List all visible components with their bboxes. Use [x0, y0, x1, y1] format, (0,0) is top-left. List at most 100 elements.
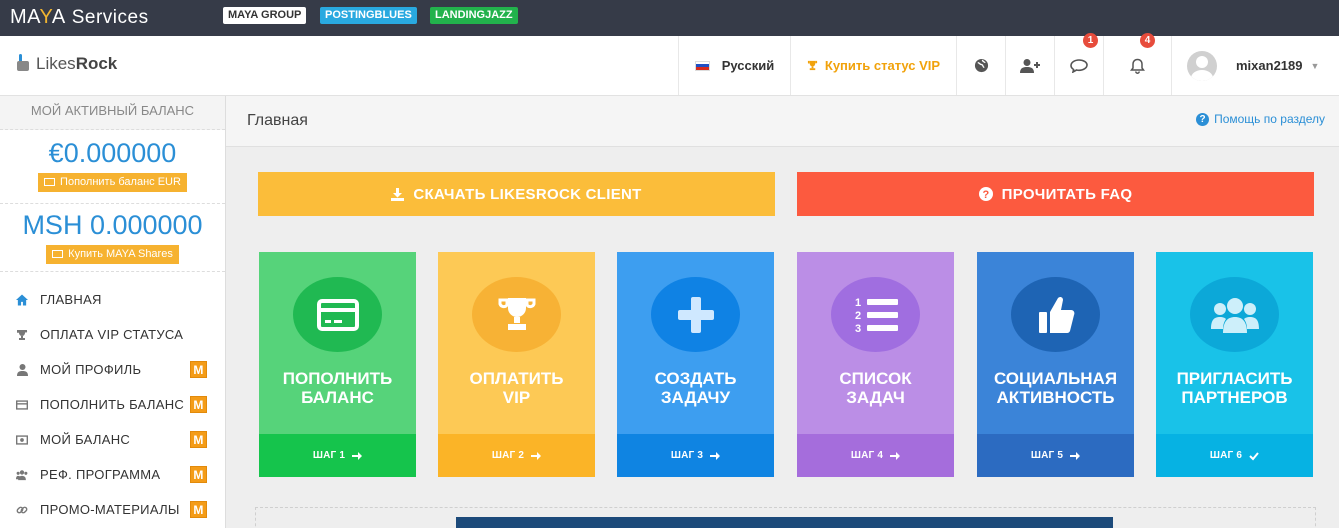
maya-badge: M — [190, 396, 207, 413]
users-icon — [16, 469, 28, 481]
sidebar-item-label: МОЙ БАЛАНС — [40, 432, 131, 447]
messages-button[interactable]: 1 — [1054, 33, 1103, 95]
likesrock-logo[interactable]: LikesRock — [16, 54, 117, 74]
tile-label: СОЦИАЛЬНАЯ АКТИВНОСТЬ — [993, 369, 1118, 407]
sidebar-item-label: ПОПОЛНИТЬ БАЛАНС — [40, 397, 185, 412]
arrow-right-icon — [531, 451, 542, 460]
tile-social-activity[interactable]: СОЦИАЛЬНАЯ АКТИВНОСТЬ ШАГ 5 — [977, 252, 1134, 477]
tile-step[interactable]: ШАГ 1 — [259, 434, 416, 477]
plus-icon — [651, 277, 740, 352]
messages-count-badge: 1 — [1083, 33, 1098, 48]
eur-balance-amount: €0.000000 — [48, 138, 177, 168]
buy-vip-label: Купить статус VIP — [824, 58, 941, 73]
question-circle-icon: ? — [978, 187, 993, 201]
postingblues-link[interactable]: POSTINGBLUES — [320, 7, 417, 24]
tile-label: СОЗДАТЬ ЗАДАЧУ — [654, 369, 737, 407]
sidebar-item-promo[interactable]: ПРОМО-МАТЕРИАЛЫ M — [0, 492, 225, 527]
arrow-right-icon — [1070, 451, 1081, 460]
avatar — [1187, 50, 1217, 81]
sidebar-item-referral[interactable]: РЕФ. ПРОГРАММА M — [0, 457, 225, 492]
balance-title: МОЙ АКТИВНЫЙ БАЛАНС — [0, 96, 225, 130]
user-menu[interactable]: mixan2189 ▼ — [1171, 36, 1339, 95]
globe-button[interactable] — [956, 36, 1005, 95]
language-label: Русский — [721, 58, 775, 73]
sidebar-menu: ГЛАВНАЯ ОПЛАТА VIP СТАТУСА МОЙ ПРОФИЛЬ M… — [0, 272, 225, 527]
tile-create-task[interactable]: СОЗДАТЬ ЗАДАЧУ ШАГ 3 — [617, 252, 774, 477]
buy-maya-shares-button[interactable]: Купить MAYA Shares — [46, 245, 179, 264]
credit-card-icon — [16, 399, 28, 411]
maya-services-label: Services — [71, 7, 149, 28]
download-client-button[interactable]: СКАЧАТЬ LIKESROCK CLIENT — [258, 172, 775, 216]
credit-card-icon — [293, 277, 382, 352]
svg-text:2: 2 — [855, 310, 861, 322]
language-selector[interactable]: Русский — [678, 36, 790, 95]
sidebar-item-topup[interactable]: ПОПОЛНИТЬ БАЛАНС M — [0, 387, 225, 422]
numbered-list-icon: 123 — [831, 277, 920, 352]
russia-flag-icon — [694, 60, 710, 71]
link-icon — [16, 504, 28, 516]
maya-group-link[interactable]: MAYA GROUP — [223, 7, 307, 24]
sidebar-item-label: ГЛАВНАЯ — [40, 292, 102, 307]
tile-step[interactable]: ШАГ 4 — [797, 434, 954, 477]
buy-maya-shares-label: Купить MAYA Shares — [68, 248, 173, 260]
bell-icon — [1130, 58, 1145, 74]
tile-step[interactable]: ШАГ 6 — [1156, 434, 1313, 477]
add-friend-button[interactable] — [1005, 36, 1054, 95]
user-icon — [16, 363, 28, 376]
notifications-button[interactable]: 4 — [1103, 33, 1171, 95]
tile-invite-partners[interactable]: ПРИГЛАСИТЬ ПАРТНЕРОВ ШАГ 6 — [1156, 252, 1313, 477]
sidebar-item-label: РЕФ. ПРОГРАММА — [40, 467, 161, 482]
username: mixan2189 — [1236, 58, 1303, 73]
maya-badge: M — [190, 466, 207, 483]
sidebar: МОЙ АКТИВНЫЙ БАЛАНС €0.000000 Пополнить … — [0, 96, 226, 528]
tile-label: ПОПОЛНИТЬ БАЛАНС — [282, 369, 393, 407]
svg-text:3: 3 — [855, 323, 861, 335]
credit-card-icon — [52, 250, 64, 258]
section-help-link[interactable]: ? Помощь по разделу — [1196, 112, 1325, 126]
landingjazz-link[interactable]: LANDINGJAZZ — [430, 7, 518, 24]
chat-icon — [1070, 58, 1088, 73]
trophy-icon — [16, 329, 28, 341]
tile-label: ПРИГЛАСИТЬ ПАРТНЕРОВ — [1176, 369, 1293, 407]
svg-text:?: ? — [982, 189, 989, 201]
tile-step[interactable]: ШАГ 3 — [617, 434, 774, 477]
tile-topup-balance[interactable]: ПОПОЛНИТЬ БАЛАНС ШАГ 1 — [259, 252, 416, 477]
tile-label: ОПЛАТИТЬ VIP — [469, 369, 564, 407]
thumbs-up-icon — [1011, 277, 1100, 352]
sidebar-item-home[interactable]: ГЛАВНАЯ — [0, 282, 225, 317]
maya-badge: M — [190, 501, 207, 518]
maya-logo-text: MAYA — [10, 6, 66, 28]
tile-pay-vip[interactable]: ОПЛАТИТЬ VIP ШАГ 2 — [438, 252, 595, 477]
maya-badge: M — [190, 361, 207, 378]
sidebar-item-label: ОПЛАТА VIP СТАТУСА — [40, 327, 184, 342]
promo-banner[interactable] — [456, 517, 1113, 528]
sidebar-item-my-balance[interactable]: МОЙ БАЛАНС M — [0, 422, 225, 457]
maya-topbar: MAYA Services MAYA GROUP POSTINGBLUES LAN… — [0, 0, 1339, 36]
eur-balance-block: €0.000000 Пополнить баланс EUR — [0, 130, 225, 204]
maya-services-logo[interactable]: MAYA Services — [10, 6, 149, 29]
maya-badge: M — [190, 431, 207, 448]
sidebar-item-label: ПРОМО-МАТЕРИАЛЫ — [40, 502, 180, 517]
add-user-icon — [1020, 58, 1040, 73]
sidebar-item-profile[interactable]: МОЙ ПРОФИЛЬ M — [0, 352, 225, 387]
money-icon — [16, 434, 28, 446]
brand-light: Likes — [36, 54, 76, 73]
tile-step[interactable]: ШАГ 5 — [977, 434, 1134, 477]
topup-eur-button[interactable]: Пополнить баланс EUR — [38, 173, 187, 192]
check-icon — [1249, 451, 1259, 460]
globe-icon — [974, 58, 988, 73]
notifications-count-badge: 4 — [1140, 33, 1155, 48]
sidebar-item-vip-payment[interactable]: ОПЛАТА VIP СТАТУСА — [0, 317, 225, 352]
download-client-label: СКАЧАТЬ LIKESROCK CLIENT — [413, 185, 642, 203]
tile-step[interactable]: ШАГ 2 — [438, 434, 595, 477]
tile-label: СПИСОК ЗАДАЧ — [839, 369, 912, 407]
read-faq-label: ПРОЧИТАТЬ FAQ — [1001, 185, 1133, 203]
trophy-icon — [807, 60, 818, 71]
svg-text:1: 1 — [855, 297, 861, 309]
chevron-down-icon: ▼ — [1310, 60, 1320, 71]
read-faq-button[interactable]: ? ПРОЧИТАТЬ FAQ — [797, 172, 1314, 216]
app-header: LikesRock Русский Купить статус VIP 1 4 … — [0, 33, 1339, 96]
tile-task-list[interactable]: 123 СПИСОК ЗАДАЧ ШАГ 4 — [797, 252, 954, 477]
buy-vip-button[interactable]: Купить статус VIP — [790, 36, 956, 95]
credit-card-icon — [44, 178, 56, 186]
